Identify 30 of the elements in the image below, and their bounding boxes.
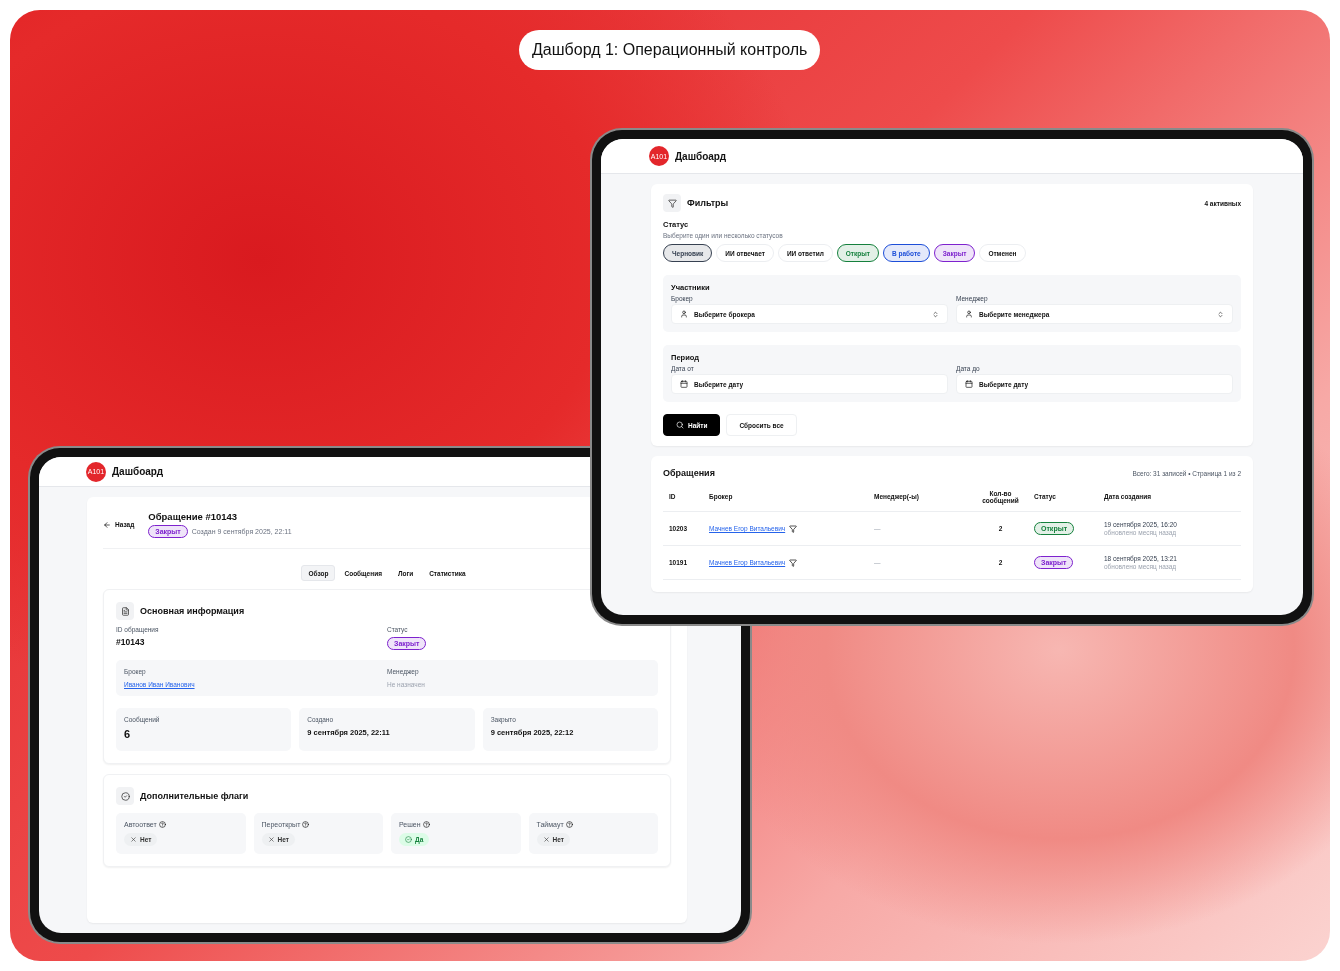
flags-title: Дополнительные флаги — [140, 791, 249, 801]
help-icon — [302, 821, 310, 828]
user-icon — [680, 310, 688, 318]
user-icon — [965, 310, 973, 318]
filter-icon — [789, 524, 798, 533]
title-badge: Дашборд 1: Операционный контроль — [519, 30, 821, 70]
table-title: Обращения — [663, 468, 715, 478]
filter-icon — [663, 194, 681, 212]
check-circle-icon — [405, 836, 412, 843]
search-icon — [676, 421, 684, 429]
filters-title: Фильтры — [687, 198, 729, 208]
cross-icon — [542, 836, 550, 843]
ticket-id: #10143 — [116, 637, 146, 647]
ticket-title: Обращение #10143 — [148, 511, 239, 522]
app-name: Дашбоард — [675, 150, 727, 162]
help-icon — [158, 821, 166, 828]
cross-icon — [130, 836, 137, 843]
calendar-icon — [965, 380, 973, 388]
app-name: Дашбоард — [112, 466, 164, 477]
filter-icon — [789, 558, 798, 567]
cross-icon — [267, 836, 275, 843]
calendar-icon — [680, 380, 688, 388]
chevrons-icon — [932, 310, 939, 318]
document-icon — [116, 602, 134, 620]
chevrons-icon — [1217, 310, 1224, 318]
info-title: Основная информация — [140, 606, 245, 616]
stat-value: 6 — [124, 728, 132, 740]
help-icon — [422, 821, 430, 828]
arrow-left-icon — [103, 520, 111, 529]
help-icon — [565, 821, 573, 828]
